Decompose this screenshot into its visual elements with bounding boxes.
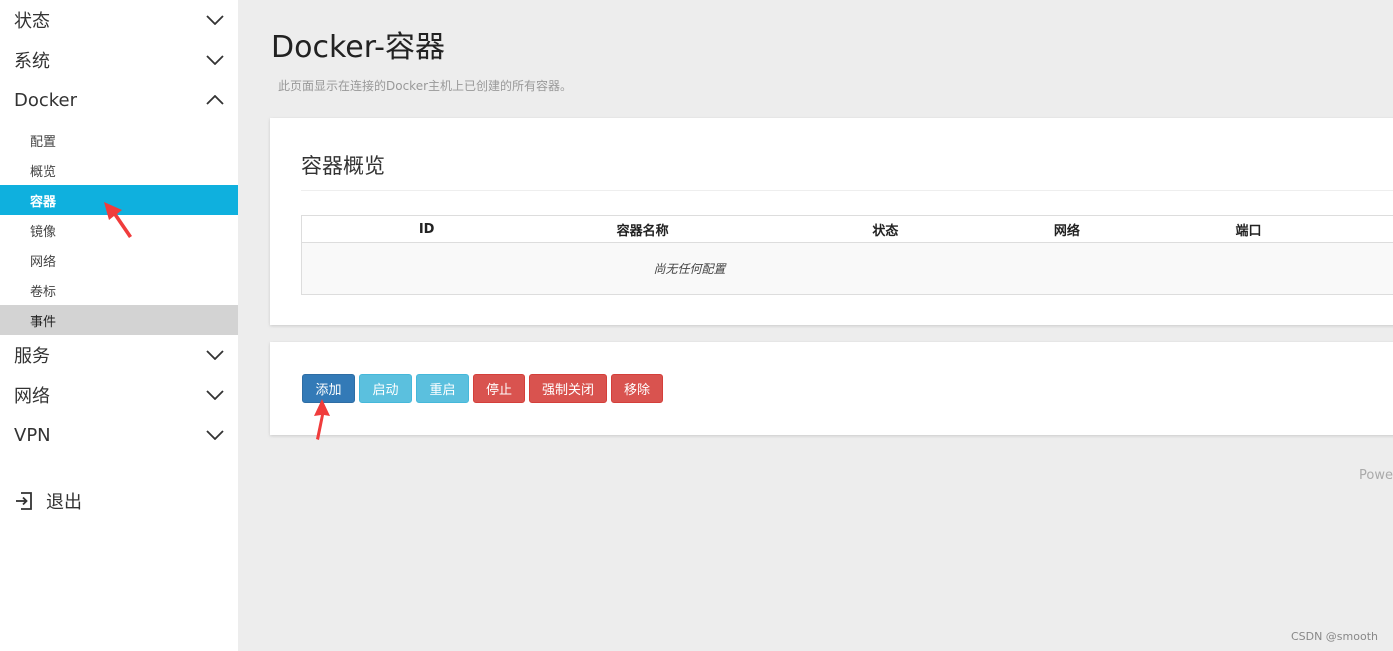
containers-table: ID 容器名称 状态 网络 端口 尚无任何配置 bbox=[301, 215, 1393, 295]
sidebar-item-networks[interactable]: 网络 bbox=[0, 245, 238, 275]
column-header-id: ID bbox=[418, 221, 435, 237]
column-header-ports: 端口 bbox=[1235, 223, 1262, 239]
overview-title: 容器概览 bbox=[301, 154, 385, 178]
logout-label: 退出 bbox=[46, 492, 82, 513]
chevron-down-icon bbox=[206, 426, 224, 444]
divider bbox=[301, 190, 1393, 191]
column-header-network: 网络 bbox=[1053, 223, 1080, 239]
menu-docker[interactable]: Docker bbox=[0, 80, 238, 120]
sidebar-item-volumes[interactable]: 卷标 bbox=[0, 275, 238, 305]
logout-icon bbox=[14, 491, 34, 511]
remove-button[interactable]: 移除 bbox=[611, 374, 664, 403]
actions-card: 添加 启动 重启 停止 强制关闭 移除 bbox=[270, 342, 1393, 435]
column-header-name: 容器名称 bbox=[616, 223, 669, 239]
sidebar-item-events[interactable]: 事件 bbox=[0, 305, 238, 335]
chevron-down-icon bbox=[206, 51, 224, 69]
table-empty-row: 尚无任何配置 bbox=[302, 243, 1393, 294]
chevron-down-icon bbox=[206, 386, 224, 404]
chevron-down-icon bbox=[206, 11, 224, 29]
sidebar-item-overview[interactable]: 概览 bbox=[0, 155, 238, 185]
chevron-up-icon bbox=[206, 91, 224, 109]
powered-by-footer: Powe bbox=[1359, 468, 1393, 483]
stop-button[interactable]: 停止 bbox=[473, 374, 526, 403]
page-title: Docker-容器 bbox=[271, 30, 445, 65]
start-button[interactable]: 启动 bbox=[359, 374, 412, 403]
menu-services-label: 服务 bbox=[14, 346, 50, 367]
page-description: 此页面显示在连接的Docker主机上已创建的所有容器。 bbox=[278, 79, 573, 93]
container-overview-card: 容器概览 ID 容器名称 状态 网络 端口 尚无任何配置 bbox=[270, 118, 1393, 325]
column-header-status: 状态 bbox=[872, 223, 899, 239]
restart-button[interactable]: 重启 bbox=[416, 374, 469, 403]
menu-network-label: 网络 bbox=[14, 386, 50, 407]
action-buttons: 添加 启动 重启 停止 强制关闭 移除 bbox=[302, 374, 664, 403]
logout-link[interactable]: 退出 bbox=[14, 488, 82, 514]
menu-system[interactable]: 系统 bbox=[0, 40, 238, 80]
table-header: ID 容器名称 状态 网络 端口 bbox=[302, 216, 1393, 243]
chevron-down-icon bbox=[206, 346, 224, 364]
annotation-arrow-icon bbox=[314, 399, 330, 440]
menu-vpn-label: VPN bbox=[14, 424, 51, 446]
sidebar: 状态 系统 Docker 配置 概览 容器 镜像 网络 卷标 事件 服务 网络 … bbox=[0, 0, 238, 651]
menu-network[interactable]: 网络 bbox=[0, 375, 238, 415]
main-content: Docker-容器 此页面显示在连接的Docker主机上已创建的所有容器。 容器… bbox=[238, 0, 1393, 651]
menu-vpn[interactable]: VPN bbox=[0, 415, 238, 455]
menu-services[interactable]: 服务 bbox=[0, 335, 238, 375]
empty-message: 尚无任何配置 bbox=[653, 262, 726, 276]
watermark: CSDN @smooth bbox=[1290, 630, 1378, 643]
menu-status-label: 状态 bbox=[14, 11, 50, 32]
menu-docker-label: Docker bbox=[14, 89, 78, 111]
annotation-arrow-icon bbox=[104, 202, 132, 238]
menu-status[interactable]: 状态 bbox=[0, 0, 238, 40]
menu-system-label: 系统 bbox=[14, 51, 50, 72]
force-close-button[interactable]: 强制关闭 bbox=[529, 374, 608, 403]
sidebar-item-config[interactable]: 配置 bbox=[0, 125, 238, 155]
